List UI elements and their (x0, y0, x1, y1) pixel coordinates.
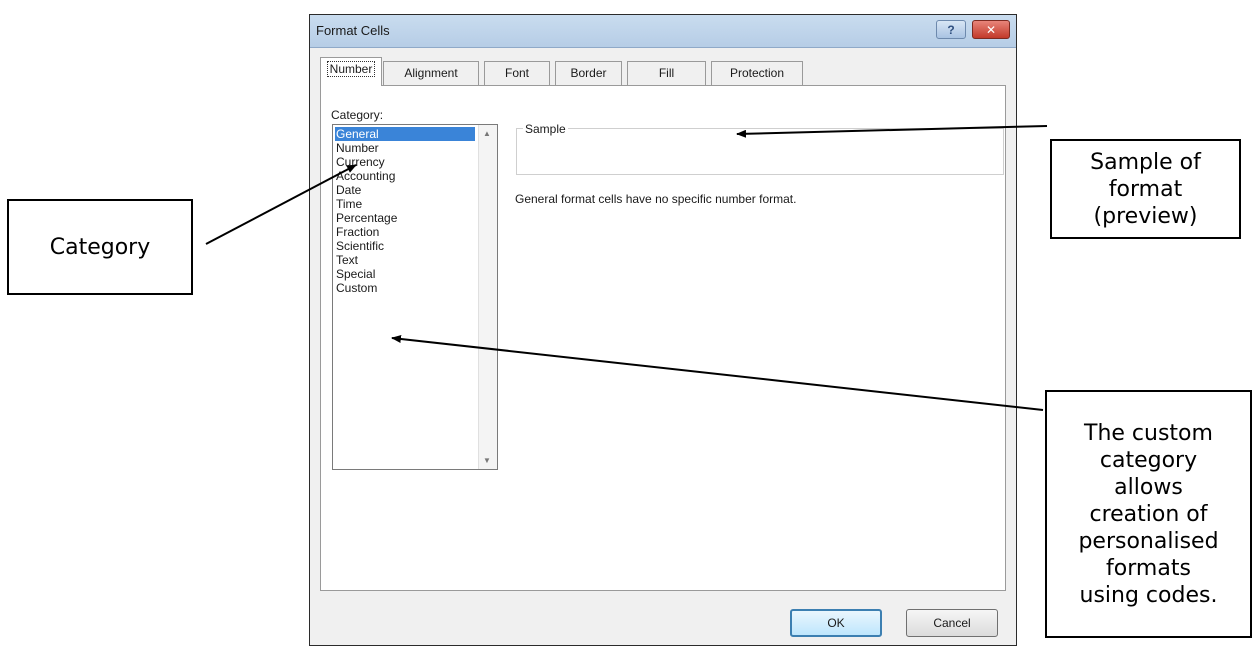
list-item-text[interactable]: Text (335, 253, 475, 267)
scroll-down-icon[interactable]: ▼ (483, 456, 491, 465)
callout-category-text: Category (49, 234, 151, 260)
sample-box (516, 128, 1004, 175)
help-button[interactable]: ? (936, 20, 966, 39)
tab-label: Font (504, 66, 529, 80)
tab-label: Protection (729, 66, 785, 80)
close-button[interactable]: ✕ (972, 20, 1010, 39)
number-tab-panel: Category: General Number Currency Accoun… (320, 85, 1006, 591)
callout-custom-line: personalised (1078, 528, 1219, 554)
tab-font[interactable]: Font (484, 61, 550, 85)
list-item-scientific[interactable]: Scientific (335, 239, 475, 253)
tab-alignment[interactable]: Alignment (383, 61, 479, 85)
callout-custom-line: The custom (1084, 420, 1213, 446)
cancel-button[interactable]: Cancel (906, 609, 998, 637)
list-item-number[interactable]: Number (335, 141, 475, 155)
tab-number[interactable]: Number (320, 57, 382, 86)
title-bar: Format Cells ? ✕ (310, 15, 1016, 48)
callout-sample-line: Sample of (1090, 149, 1201, 175)
tab-border[interactable]: Border (555, 61, 622, 85)
category-list[interactable]: General Number Currency Accounting Date … (332, 124, 498, 470)
tab-label: Alignment (404, 66, 458, 80)
category-label: Category: (331, 108, 384, 122)
list-item-general[interactable]: General (335, 127, 475, 141)
list-item-special[interactable]: Special (335, 267, 475, 281)
callout-custom-line: formats (1106, 555, 1191, 581)
callout-custom-line: allows (1114, 474, 1183, 500)
tab-label: Border (570, 66, 607, 80)
list-item-date[interactable]: Date (335, 183, 475, 197)
close-icon: ✕ (985, 22, 997, 37)
list-item-time[interactable]: Time (335, 197, 475, 211)
tab-fill[interactable]: Fill (627, 61, 706, 85)
format-cells-dialog: Format Cells ? ✕ Number Alignment Font B… (309, 14, 1017, 646)
list-item-accounting[interactable]: Accounting (335, 169, 475, 183)
callout-custom-line: category (1099, 447, 1198, 473)
callout-custom: The custom category allows creation of p… (1045, 390, 1252, 638)
tab-label: Number (326, 61, 376, 77)
callout-sample: Sample of format (preview) (1050, 139, 1241, 239)
ok-button[interactable]: OK (790, 609, 882, 637)
scroll-up-icon[interactable]: ▲ (483, 129, 491, 138)
list-item-fraction[interactable]: Fraction (335, 225, 475, 239)
dialog-title: Format Cells (316, 23, 390, 38)
callout-category: Category (7, 199, 193, 295)
list-item-custom[interactable]: Custom (335, 281, 475, 295)
callout-sample-line: format (1108, 176, 1183, 202)
list-item-percentage[interactable]: Percentage (335, 211, 475, 225)
tab-protection[interactable]: Protection (711, 61, 803, 85)
list-item-currency[interactable]: Currency (335, 155, 475, 169)
tab-label: Fill (658, 66, 675, 80)
callout-custom-line: using codes. (1079, 582, 1218, 608)
list-scrollbar[interactable]: ▲ ▼ (478, 125, 497, 469)
help-icon: ? (947, 22, 955, 37)
category-description: General format cells have no specific nu… (515, 192, 797, 206)
sample-label: Sample (523, 122, 568, 136)
callout-sample-line: (preview) (1093, 203, 1198, 229)
callout-custom-line: creation of (1089, 501, 1208, 527)
